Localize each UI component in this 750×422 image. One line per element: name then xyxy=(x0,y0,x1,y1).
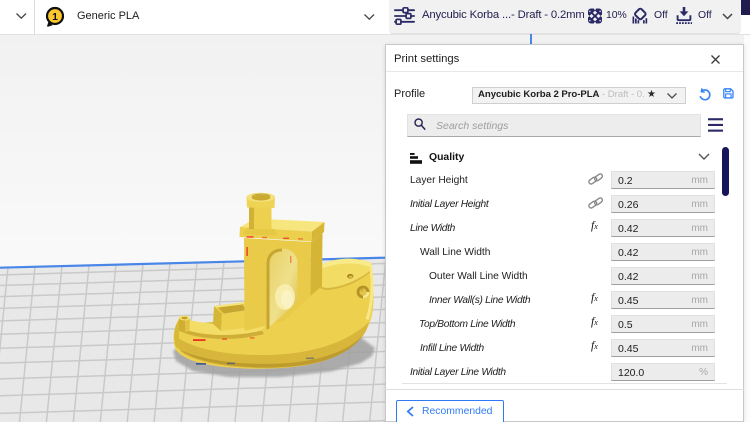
svg-text:1: 1 xyxy=(52,11,58,23)
